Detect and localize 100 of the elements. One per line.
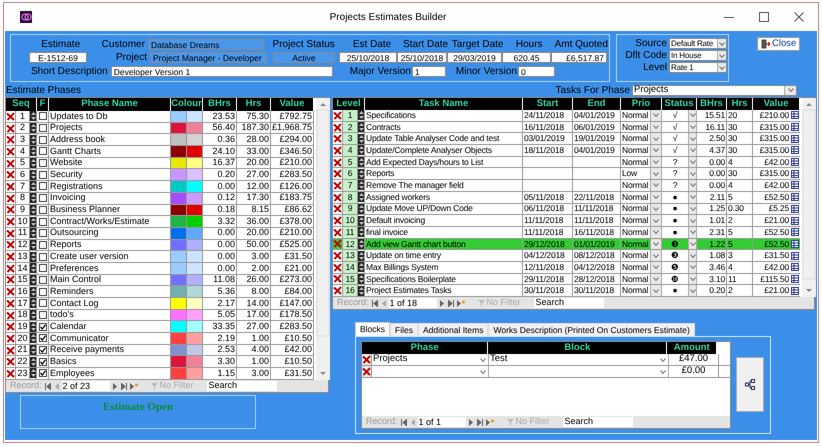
cross-icon[interactable] [333,122,342,132]
checkbox[interactable] [38,288,46,296]
checkbox[interactable] [38,194,46,202]
table-row[interactable]: 16 Project Estimates Tasks 30/11/2018 30/11/2018 Normal ● 0.20 2 £21.00 [333,285,800,297]
checkbox[interactable] [38,358,46,366]
checkbox[interactable] [38,124,46,132]
dropdown-button[interactable] [688,238,697,250]
tab[interactable]: Works Description (Printed On Customers Estimate) [488,323,695,336]
dropdown-button[interactable] [477,366,489,377]
checkbox[interactable] [38,182,46,190]
dropdown-button[interactable] [650,110,662,121]
table-row[interactable]: 1 Specifications 24/11/2018 04/01/2019 Normal √ 15.51 20 £210.00 [333,110,800,122]
cross-icon[interactable] [333,262,342,272]
up-down-arrows-icon[interactable] [30,286,36,297]
up-down-arrows-icon[interactable] [30,368,36,378]
next-record-icon[interactable] [468,418,474,426]
cross-icon[interactable] [6,357,15,366]
up-down-arrows-icon[interactable] [358,110,364,120]
dropdown-button[interactable] [650,145,662,156]
dropdown-button[interactable] [650,156,662,168]
up-down-arrows-icon[interactable] [358,274,364,284]
up-down-arrows-icon[interactable] [30,252,36,262]
up-down-arrows-icon[interactable] [30,240,36,250]
record-position-field[interactable]: 1 of 1 [418,417,466,427]
checkbox[interactable] [38,276,46,284]
grid-icon[interactable] [791,286,799,295]
close-button[interactable]: Close [757,37,800,51]
table-row[interactable]: 14 Max Billings System 12/11/2018 04/12/2018 Normal ❺ 3.46 4 £42.00 [333,262,800,274]
cross-icon[interactable] [6,287,15,296]
tab[interactable]: Files [390,323,418,336]
last-record-icon[interactable] [476,418,483,426]
record-position-field[interactable]: 2 of 23 [62,381,110,391]
table-row[interactable]: 11 final invoice 11/11/2018 16/11/2018 Normal ● 2.31 5 £52.50 [333,226,800,239]
new-record-icon[interactable] [130,382,138,390]
up-down-arrows-icon[interactable] [358,262,364,272]
dropdown-button[interactable] [688,145,697,156]
table-row[interactable]: 10 Default invoicing 11/11/2018 11/11/2018 Normal ● 1.01 2 £21.00 [333,215,800,227]
cross-icon[interactable] [6,135,15,144]
text-field[interactable]: Developer Version 1 [110,66,333,76]
text-field[interactable]: 29/03/2019 [447,52,502,62]
first-record-icon[interactable] [400,418,407,426]
record-position-field[interactable]: 1 of 18 [388,298,437,308]
up-down-arrows-icon[interactable] [30,111,36,122]
new-record-icon[interactable] [456,300,465,306]
cross-icon[interactable] [6,298,15,308]
dropdown-button[interactable] [650,274,662,284]
dropdown-button[interactable] [650,192,662,202]
dropdown-button[interactable] [650,122,662,132]
tab[interactable]: Blocks [355,322,390,336]
checkbox[interactable] [38,147,46,156]
cross-icon[interactable] [6,194,15,203]
up-down-arrows-icon[interactable] [30,134,36,145]
checkbox[interactable] [38,346,46,354]
dropdown-button[interactable] [650,168,662,180]
text-field[interactable]: E-1512-69 [29,52,87,62]
cross-icon[interactable] [333,204,342,214]
text-field[interactable]: Active [273,52,335,62]
cross-icon[interactable] [6,310,15,320]
dropdown-button[interactable] [688,122,697,132]
cross-icon[interactable] [6,275,15,284]
checkbox[interactable] [38,136,46,144]
first-record-icon[interactable] [44,382,51,390]
up-down-arrows-icon[interactable] [358,168,364,179]
close-icon[interactable] [794,12,804,22]
cross-icon[interactable] [333,110,342,120]
up-down-arrows-icon[interactable] [358,122,364,132]
cross-icon[interactable] [6,158,15,168]
table-row[interactable]: 4 Update/Complete Analyser Objects 18/11/2018 04/01/2019 Normal √ 4.37 30 £315.00 [333,145,800,157]
grid-icon[interactable] [791,193,799,202]
dropdown-button[interactable] [688,285,697,296]
checkbox[interactable] [38,112,46,120]
dropdown[interactable]: In House [669,50,727,61]
cross-icon[interactable] [362,355,371,364]
dropdown-button[interactable] [717,63,726,72]
cross-icon[interactable] [6,124,15,133]
dropdown[interactable]: Rate 1 [669,62,727,73]
text-field[interactable]: 25/10/2018 [397,52,447,62]
dropdown-button[interactable] [688,215,697,226]
cross-icon[interactable] [6,228,15,238]
search-field[interactable]: Search [206,381,277,391]
dropdown-button[interactable] [657,366,669,377]
dropdown[interactable]: Default Rate [669,38,727,49]
dropdown-button[interactable] [477,354,489,365]
last-record-icon[interactable] [120,382,127,390]
text-field[interactable]: 620.45 [502,52,551,62]
up-down-arrows-icon[interactable] [30,298,36,308]
cross-icon[interactable] [6,170,15,180]
dropdown-button[interactable] [650,215,662,226]
cross-icon[interactable] [6,252,15,262]
grid-icon[interactable] [791,228,799,236]
up-down-arrows-icon[interactable] [30,333,36,344]
up-down-arrows-icon[interactable] [358,286,364,296]
dropdown-button[interactable] [650,204,662,214]
checkbox[interactable] [38,240,46,249]
next-record-icon[interactable] [112,382,118,390]
table-row[interactable]: 2 Contracts 16/11/2018 06/01/2019 Normal √ 16.11 30 £315.00 [333,122,800,134]
table-row[interactable]: 9 Update Move UP/Down Code 06/11/2018 11/11/2018 Normal ● 1.25 0.30 £5.25 [333,204,800,216]
text-field[interactable]: 25/10/2018 [339,52,397,62]
up-down-arrows-icon[interactable] [358,250,364,261]
cross-icon[interactable] [333,158,342,167]
